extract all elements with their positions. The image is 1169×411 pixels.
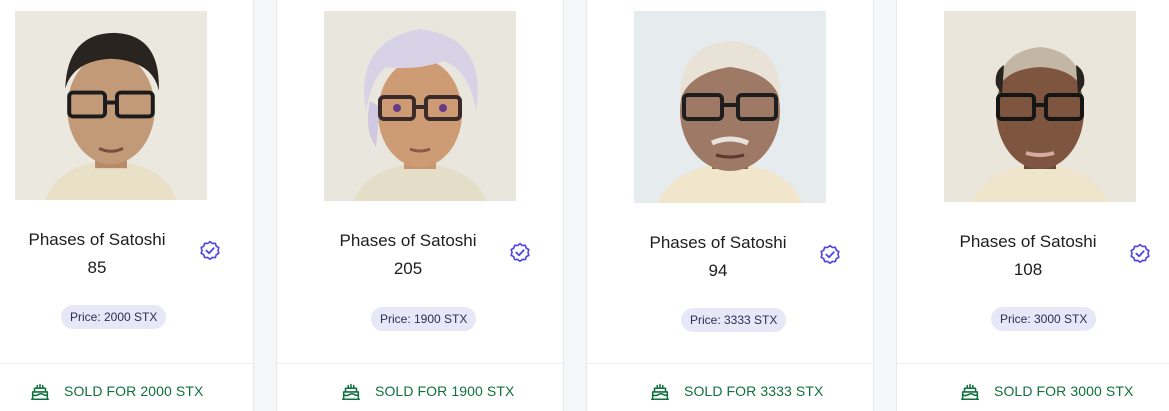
sold-label: SOLD FOR 2000 STX [64,383,204,399]
sold-label: SOLD FOR 3333 STX [684,383,824,399]
cake-icon [960,383,980,401]
nft-title-block: Phases of Satoshi 205 [318,227,498,283]
card-divider [0,363,253,364]
nft-card[interactable]: Phases of Satoshi 85 Price: 2000 STX SOL… [0,0,254,411]
nft-title-block: Phases of Satoshi 85 [7,226,187,282]
verified-badge-icon [509,242,531,264]
nft-portrait-image[interactable] [324,11,516,201]
nft-card[interactable]: Phases of Satoshi 94 Price: 3333 STX SOL… [586,0,874,411]
nft-portrait-image[interactable] [15,11,207,200]
card-divider [587,363,873,364]
nft-title: Phases of Satoshi [28,230,166,249]
cake-icon [650,383,670,401]
card-divider [277,363,563,364]
verified-badge-icon [819,244,841,266]
cake-icon [30,383,50,401]
sold-label: SOLD FOR 3000 STX [994,383,1134,399]
nft-number: 205 [393,259,423,278]
sold-status: SOLD FOR 1900 STX [340,380,514,402]
sold-status: SOLD FOR 2000 STX [29,380,203,402]
sold-status: SOLD FOR 3333 STX [649,380,823,402]
nft-title-block: Phases of Satoshi 94 [628,229,808,285]
nft-card[interactable]: Phases of Satoshi 108 Price: 3000 STX SO… [896,0,1169,411]
verified-badge-icon [1129,243,1151,265]
nft-title-block: Phases of Satoshi 108 [938,228,1118,284]
verified-badge-icon [199,240,221,262]
nft-number: 85 [87,258,107,277]
nft-title: Phases of Satoshi [959,232,1097,251]
price-badge: Price: 2000 STX [61,305,167,329]
sold-status: SOLD FOR 3000 STX [959,380,1133,402]
cake-icon [341,383,361,401]
nft-portrait-image[interactable] [944,11,1136,202]
nft-number: 108 [1013,260,1043,279]
price-badge: Price: 3333 STX [681,308,787,332]
nft-title: Phases of Satoshi [339,231,477,250]
price-badge: Price: 3000 STX [991,307,1097,331]
price-badge: Price: 1900 STX [371,307,477,331]
nft-number: 94 [708,261,728,280]
nft-card[interactable]: Phases of Satoshi 205 Price: 1900 STX SO… [276,0,564,411]
card-divider [897,363,1169,364]
nft-portrait-image[interactable] [634,11,826,203]
sold-label: SOLD FOR 1900 STX [375,383,515,399]
nft-title: Phases of Satoshi [649,233,787,252]
